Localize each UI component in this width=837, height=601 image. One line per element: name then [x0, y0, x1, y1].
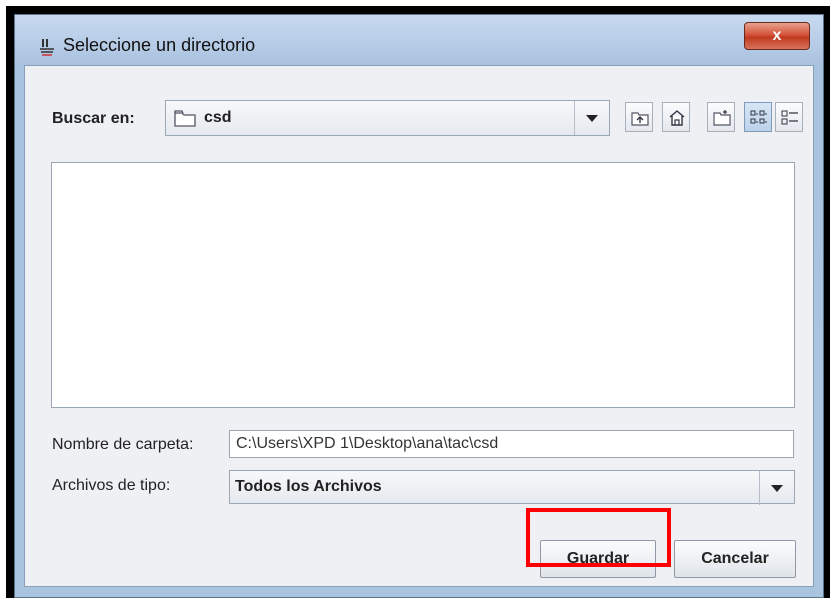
new-folder-icon — [713, 110, 731, 126]
title-bar[interactable]: Seleccione un directorio x — [15, 15, 823, 65]
home-icon — [669, 110, 685, 126]
dialog-body: Buscar en: csd Nombre de carpeta: C:\Use… — [24, 65, 814, 587]
file-type-value: Todos los Archivos — [235, 478, 382, 495]
folder-name-input[interactable] — [229, 430, 794, 458]
close-icon: x — [772, 27, 782, 44]
file-type-label: Archivos de tipo: — [52, 477, 171, 494]
new-folder-button[interactable] — [707, 102, 735, 132]
lookin-label: Buscar en: — [52, 110, 135, 127]
cancel-button[interactable]: Cancelar — [674, 540, 796, 578]
lookin-value: csd — [204, 109, 232, 126]
up-one-level-icon — [631, 112, 649, 126]
folder-icon — [174, 110, 196, 132]
list-view-icon — [750, 110, 767, 124]
details-view-icon — [781, 110, 798, 125]
file-type-dropdown[interactable]: Todos los Archivos — [229, 470, 795, 505]
file-list-pane[interactable] — [51, 162, 795, 408]
up-one-level-button[interactable] — [625, 102, 653, 132]
chevron-down-icon — [586, 115, 598, 122]
list-view-button[interactable] — [744, 102, 772, 132]
close-button[interactable]: x — [744, 22, 810, 50]
file-chooser-dialog: Seleccione un directorio x Buscar en: cs… — [14, 14, 824, 598]
file-type-dropdown-button[interactable] — [759, 471, 794, 505]
home-button[interactable] — [662, 102, 690, 132]
details-view-button[interactable] — [775, 102, 803, 132]
chevron-down-icon — [771, 485, 783, 492]
java-app-icon — [37, 37, 57, 57]
folder-name-label: Nombre de carpeta: — [52, 436, 194, 453]
window-title: Seleccione un directorio — [63, 35, 256, 55]
lookin-dropdown-button[interactable] — [574, 101, 609, 135]
lookin-dropdown[interactable]: csd — [165, 100, 610, 136]
save-button[interactable]: Guardar — [540, 540, 656, 578]
